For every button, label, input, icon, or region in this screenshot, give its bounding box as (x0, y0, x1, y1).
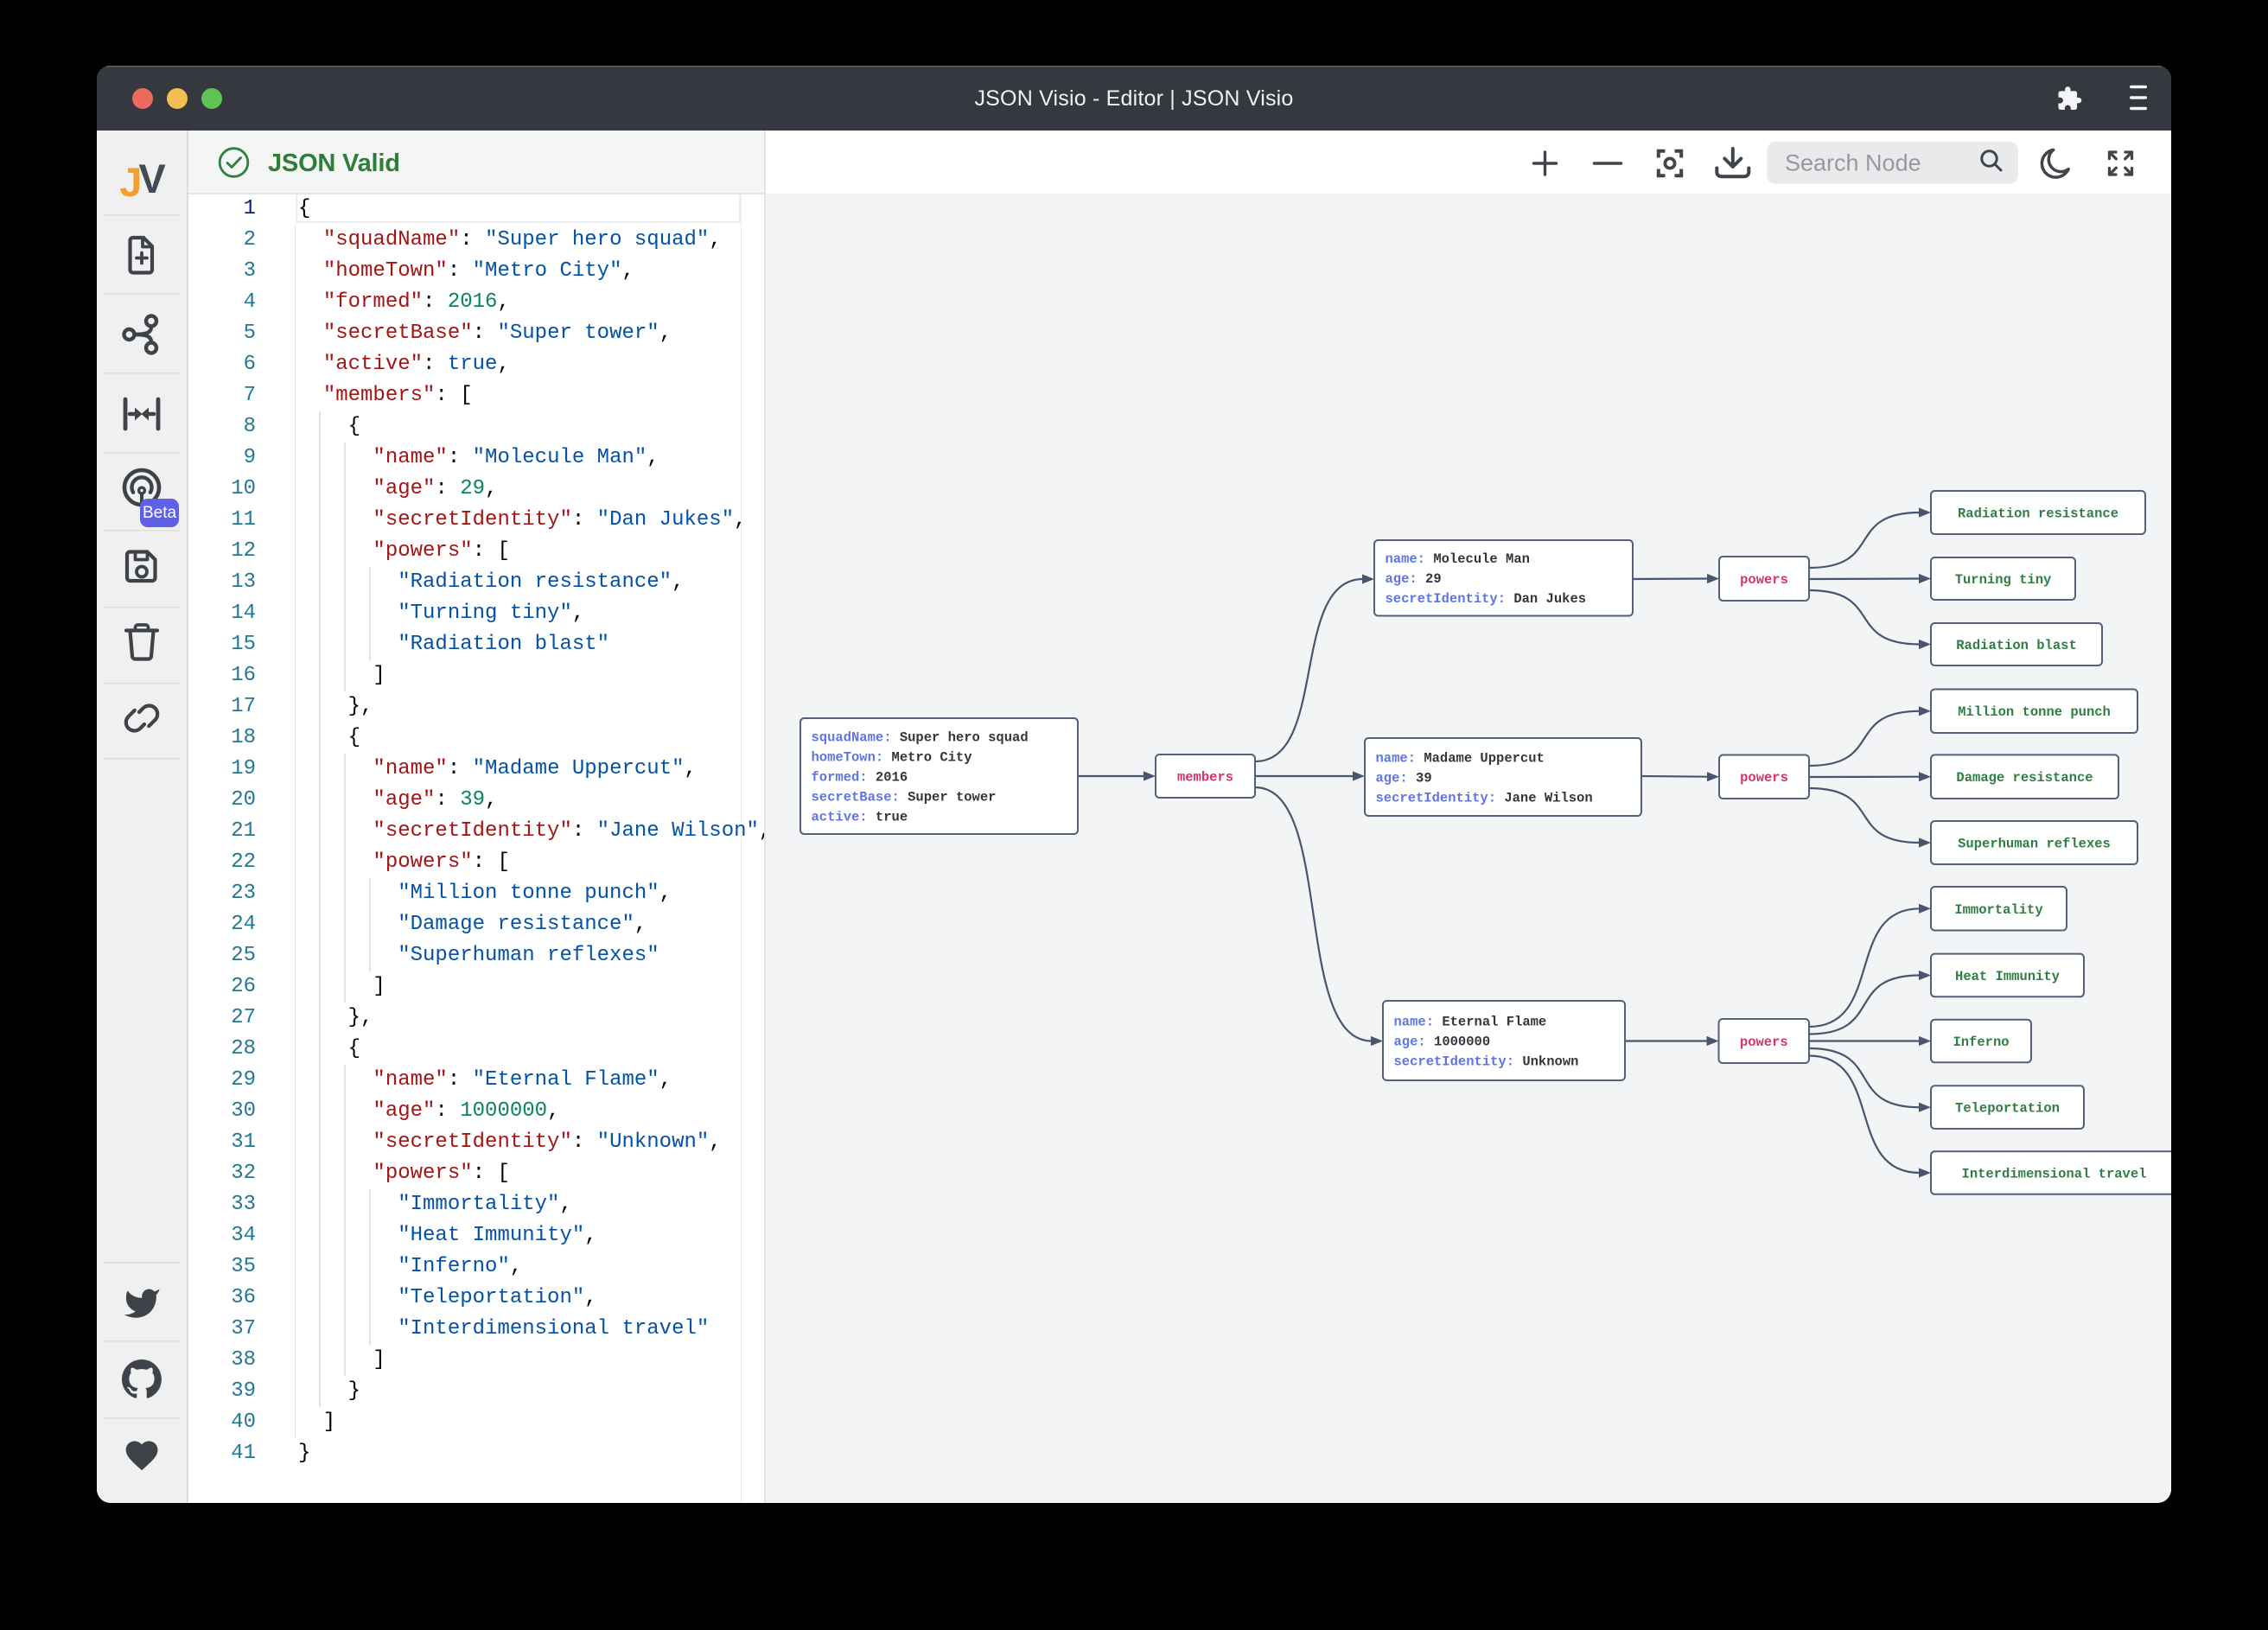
svg-text:name: Eternal Flame: name: Eternal Flame (1394, 1015, 1547, 1030)
svg-text:Search Node: Search Node (1785, 150, 1921, 176)
svg-text:name: Molecule Man: name: Molecule Man (1386, 551, 1530, 567)
svg-text:secretIdentity: Dan Jukes: secretIdentity: Dan Jukes (1386, 591, 1587, 607)
svg-text:squadName: Super hero squad: squadName: Super hero squad (812, 730, 1029, 746)
svg-text:secretIdentity: Unknown: secretIdentity: Unknown (1394, 1054, 1579, 1070)
svg-text:powers: powers (1740, 572, 1788, 588)
svg-text:Inferno: Inferno (1953, 1035, 2009, 1050)
svg-text:age: 29: age: 29 (1386, 571, 1442, 587)
svg-text:Immortality: Immortality (1954, 902, 2042, 918)
svg-text:formed: 2016: formed: 2016 (812, 770, 908, 786)
svg-text:age: 39: age: 39 (1376, 771, 1432, 786)
svg-text:powers: powers (1740, 1035, 1788, 1050)
svg-text:Radiation resistance: Radiation resistance (1958, 506, 2118, 522)
svg-text:secretIdentity: Jane Wilson: secretIdentity: Jane Wilson (1376, 791, 1593, 806)
svg-text:homeTown: Metro City: homeTown: Metro City (812, 750, 972, 766)
svg-text:Interdimensional travel: Interdimensional travel (1962, 1167, 2147, 1182)
svg-text:name: Madame Uppercut: name: Madame Uppercut (1376, 751, 1545, 767)
svg-text:Million tonne punch: Million tonne punch (1958, 704, 2111, 720)
svg-text:Radiation blast: Radiation blast (1956, 638, 2077, 653)
svg-text:Heat Immunity: Heat Immunity (1955, 969, 2060, 984)
svg-text:Damage resistance: Damage resistance (1956, 770, 2093, 786)
svg-text:powers: powers (1740, 770, 1788, 786)
svg-text:age: 1000000: age: 1000000 (1394, 1035, 1491, 1050)
svg-text:Superhuman reflexes: Superhuman reflexes (1958, 837, 2111, 852)
svg-text:members: members (1177, 770, 1233, 786)
svg-text:active: true: active: true (812, 810, 908, 825)
svg-text:Turning tiny: Turning tiny (1955, 572, 2052, 588)
svg-text:Teleportation: Teleportation (1955, 1101, 2060, 1117)
svg-text:secretBase: Super tower: secretBase: Super tower (812, 790, 997, 805)
